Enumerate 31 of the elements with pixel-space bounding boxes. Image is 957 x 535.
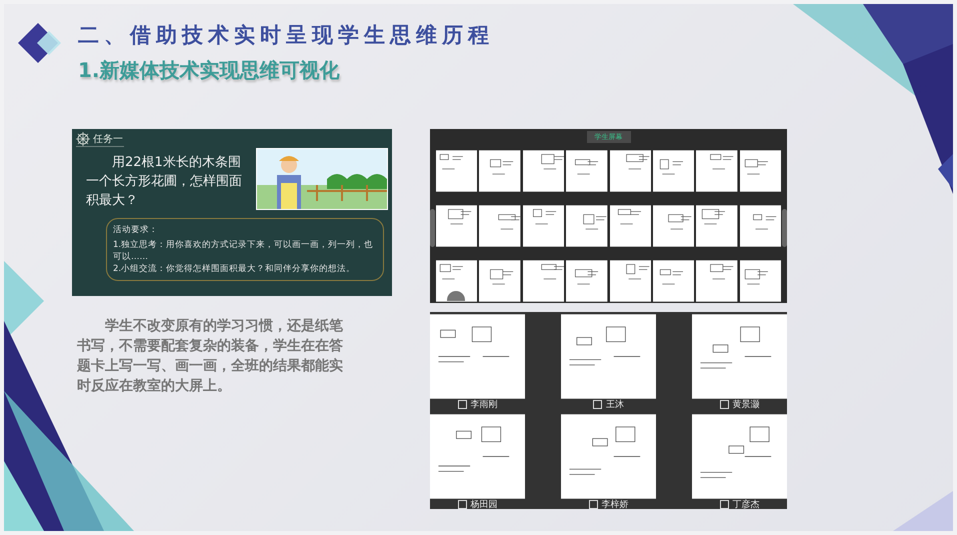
diamond-logo-icon bbox=[18, 23, 64, 63]
student-name: 李梓娇 bbox=[602, 500, 628, 510]
checkbox[interactable] bbox=[458, 500, 466, 509]
student-name: 杨田园 bbox=[470, 500, 498, 510]
corner-decoration-drawing bbox=[893, 491, 953, 531]
checkbox[interactable] bbox=[458, 400, 466, 409]
checkbox[interactable] bbox=[593, 400, 602, 409]
requirements-title: 活动要求： bbox=[113, 224, 159, 236]
student-name: 丁彦杰 bbox=[732, 500, 760, 510]
description-paragraph: 学生不改变原有的学习习惯，还是纸笔书写，不需要配套复杂的装备，学生在在答题卡上写一写、画一画，全班的结果都能实时反应在教室的大屏上。 bbox=[76, 316, 344, 396]
side-handle[interactable] bbox=[430, 209, 435, 247]
student-work-thumbnail[interactable] bbox=[561, 314, 656, 399]
student-work-thumbnail[interactable] bbox=[692, 314, 787, 399]
task-question: 用22根1米长的木条围一个长方形花圃，怎样围面积最大？ bbox=[85, 154, 243, 210]
slide-subtitle: 1.新媒体技术实现思维可视化 bbox=[78, 57, 341, 84]
slide-title: 二、借助技术实时呈现学生思维历程 bbox=[78, 21, 494, 49]
checkbox[interactable] bbox=[720, 400, 728, 409]
student-work-thumbnail[interactable] bbox=[430, 314, 525, 399]
student-work-thumbnail[interactable] bbox=[692, 414, 787, 499]
requirement-item: 2.小组交流：你觉得怎样围面积最大？和同伴分享你的想法。 bbox=[113, 263, 356, 275]
side-handle[interactable] bbox=[782, 209, 787, 247]
requirement-item: 1.独立思考：用你喜欢的方式记录下来，可以画一画，列一列，也可以…… bbox=[113, 239, 374, 263]
checkbox[interactable] bbox=[588, 500, 598, 509]
student-work-thumbnail[interactable] bbox=[561, 414, 656, 499]
task-label: 任务一 bbox=[93, 133, 123, 146]
student-name: 王沐 bbox=[606, 400, 624, 410]
student-name: 黄景灏 bbox=[732, 400, 760, 410]
student-name: 李雨刚 bbox=[470, 400, 498, 410]
checkbox[interactable] bbox=[720, 500, 728, 509]
compass-icon bbox=[76, 132, 90, 146]
student-work-thumbnail[interactable] bbox=[430, 414, 525, 499]
